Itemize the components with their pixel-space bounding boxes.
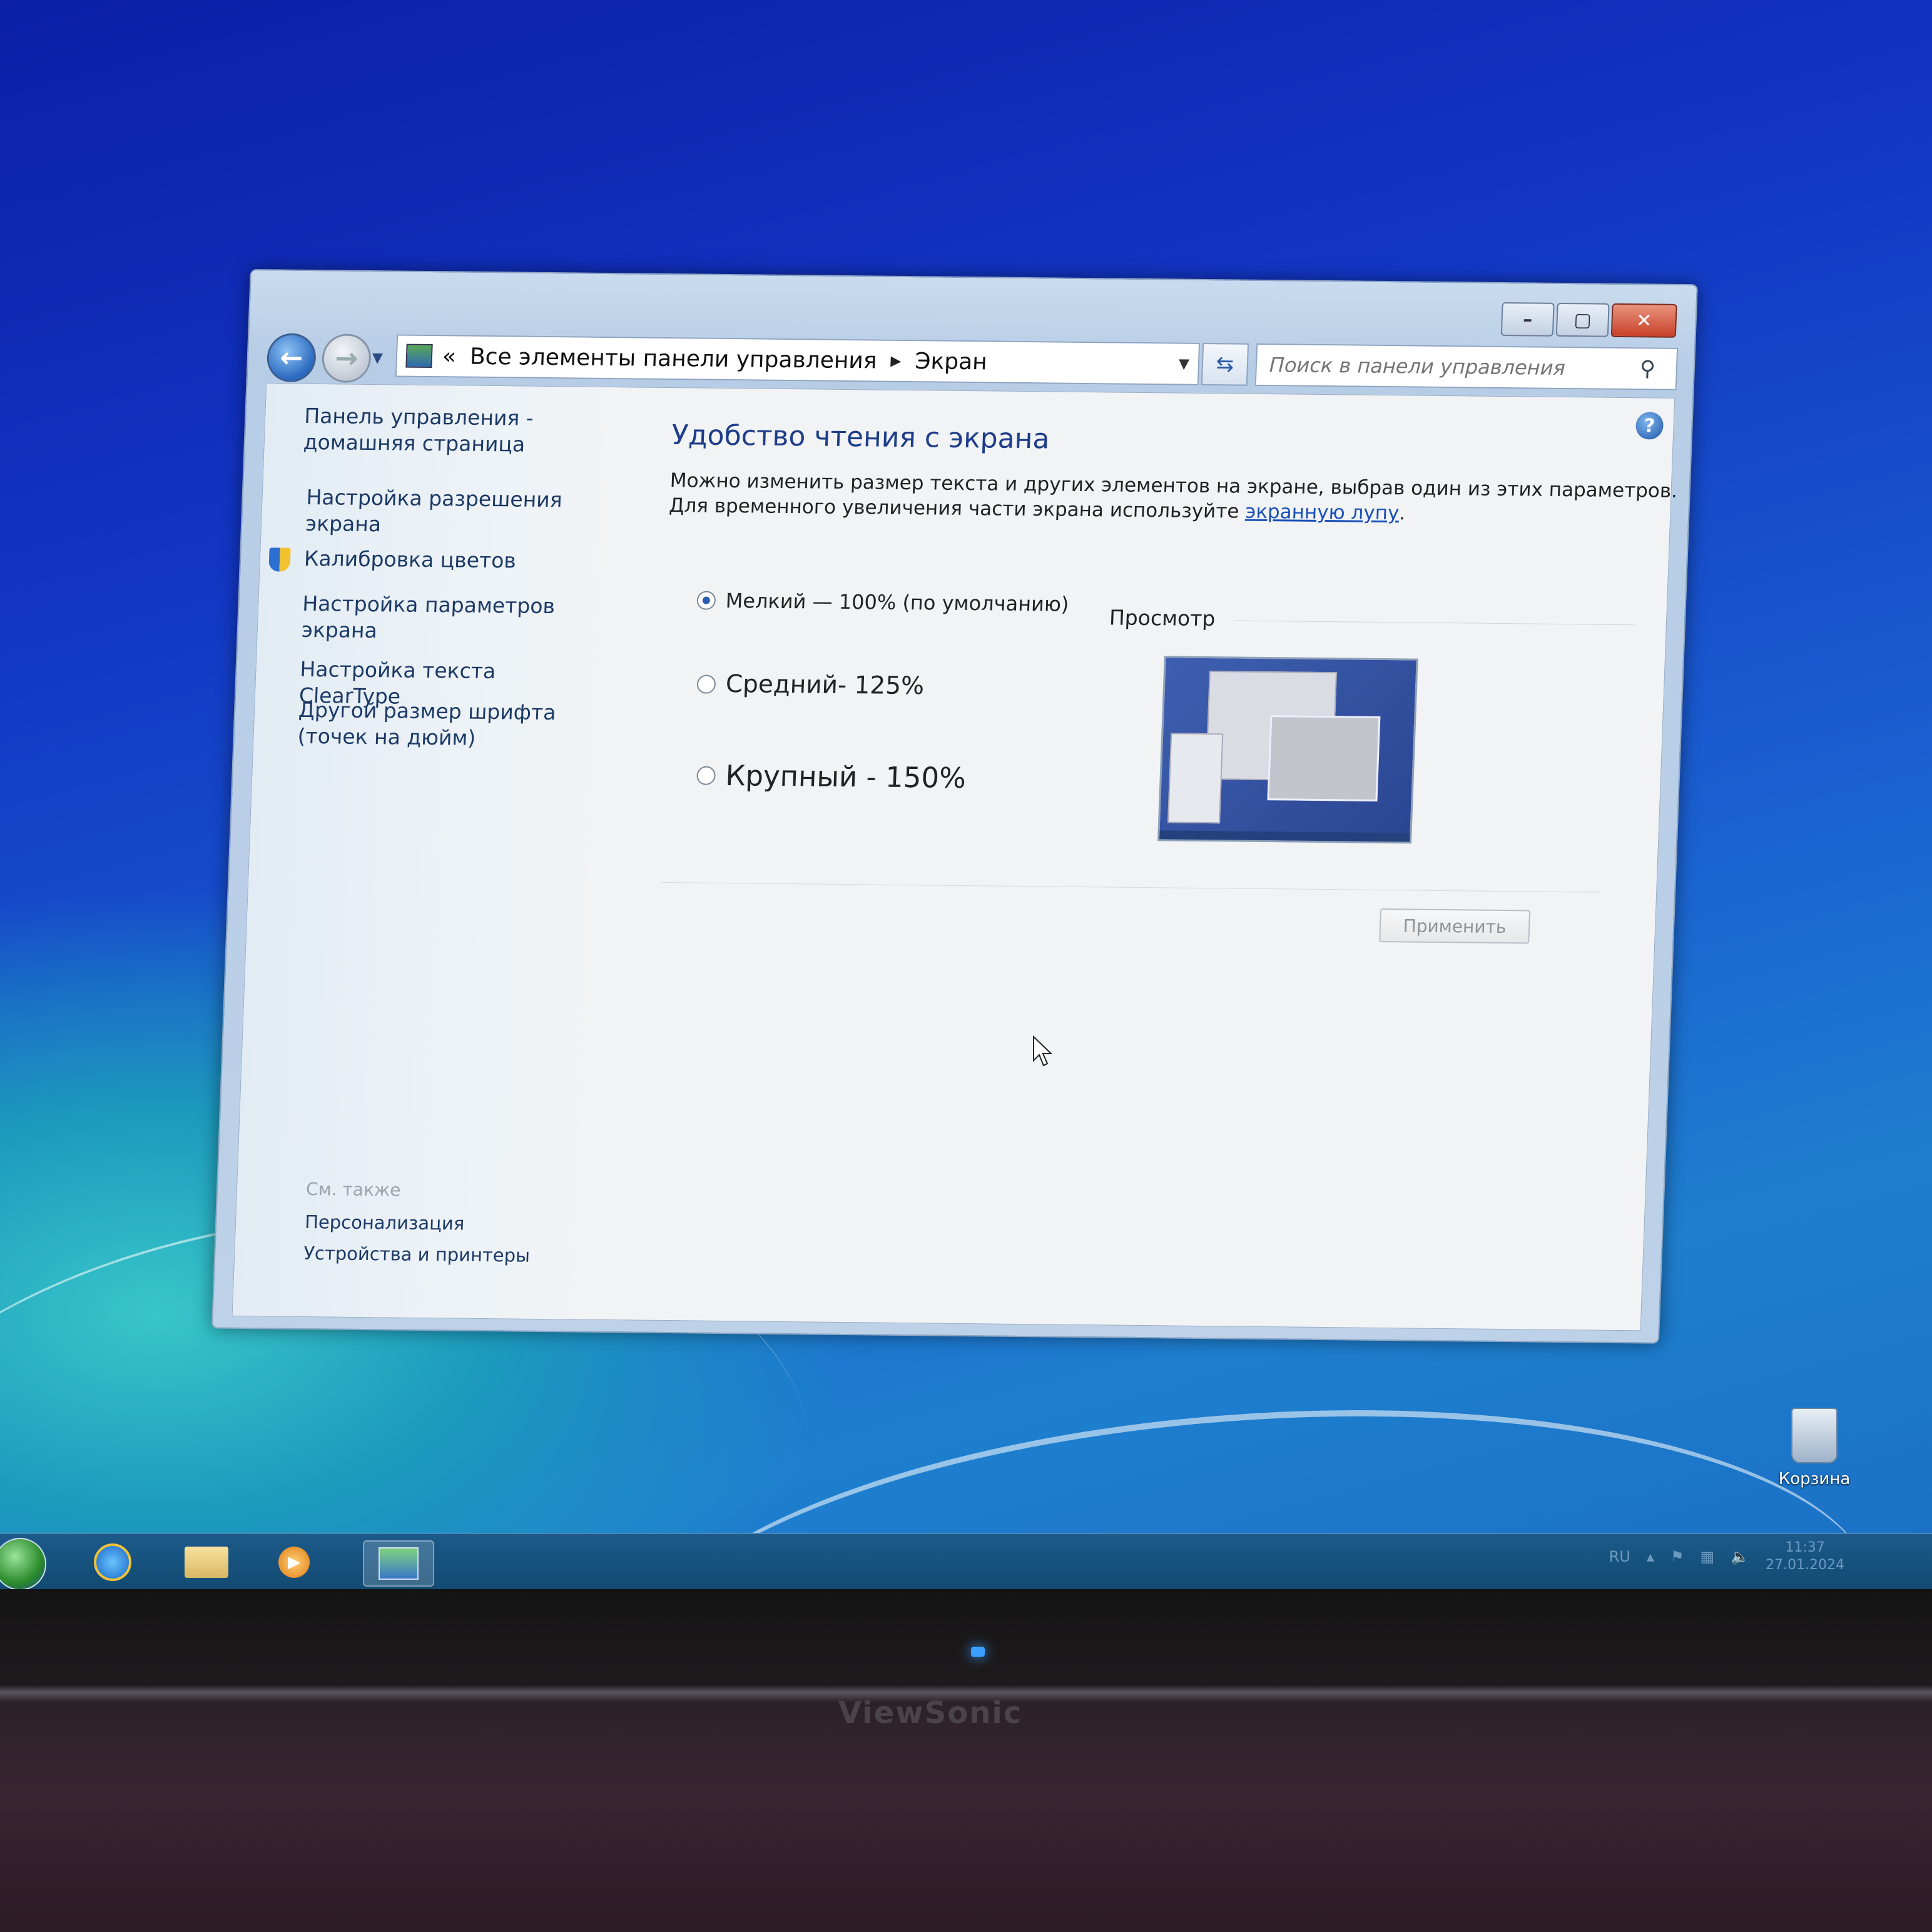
page-title: Удобство чтения с экрана: [671, 419, 1050, 455]
preview-divider: [1234, 620, 1635, 626]
search-input[interactable]: [1268, 352, 1640, 382]
option-large-label: Крупный - 150%: [724, 759, 967, 795]
radio-large[interactable]: [696, 766, 716, 785]
clock-time: 11:37: [1785, 1540, 1825, 1555]
see-also-heading: См. также: [305, 1179, 402, 1201]
network-icon[interactable]: ▦: [1700, 1548, 1714, 1565]
address-bar[interactable]: « Все элементы панели управления ▶ Экран…: [395, 334, 1201, 385]
taskbar-item-media-player[interactable]: ▶: [263, 1540, 325, 1584]
option-small[interactable]: Мелкий — 100% (по умолчанию): [696, 589, 1069, 616]
internet-explorer-icon: [94, 1543, 131, 1581]
breadcrumb-current[interactable]: Экран: [915, 348, 988, 375]
folder-icon: [185, 1547, 228, 1578]
search-box[interactable]: ⚲: [1254, 343, 1679, 390]
desktop: – ▢ ✕ ← → ▼ « Все элементы панели управл…: [0, 0, 1932, 1589]
minimize-button[interactable]: –: [1500, 302, 1555, 337]
control-panel-icon: [379, 1547, 419, 1580]
taskbar-item-internet-explorer[interactable]: [81, 1540, 144, 1584]
help-icon[interactable]: ?: [1635, 412, 1664, 440]
close-button[interactable]: ✕: [1610, 303, 1677, 338]
option-large[interactable]: Крупный - 150%: [696, 759, 967, 795]
sidebar-item-devices-printers[interactable]: Устройства и принтеры: [303, 1240, 531, 1269]
option-medium[interactable]: Средний- 125%: [696, 670, 925, 701]
apply-button[interactable]: Применить: [1379, 908, 1531, 944]
tray-expand-icon[interactable]: ▴: [1647, 1548, 1654, 1565]
description-line-2: Для временного увеличения части экрана и…: [669, 494, 1406, 524]
shield-icon: [268, 547, 291, 572]
media-player-icon: ▶: [278, 1547, 310, 1578]
monitor-brand-logo: ViewSonic: [838, 1696, 1023, 1731]
control-panel-window: – ▢ ✕ ← → ▼ « Все элементы панели управл…: [211, 269, 1698, 1344]
mouse-cursor-icon: [1033, 1035, 1053, 1067]
search-icon[interactable]: ⚲: [1639, 356, 1655, 381]
breadcrumb-parent[interactable]: Все элементы панели управления: [469, 343, 877, 374]
control-panel-icon: [405, 343, 433, 369]
back-arrow-icon: ←: [279, 342, 304, 374]
sidebar-item-display-settings[interactable]: Настройка параметров экрана: [301, 591, 566, 646]
forward-button[interactable]: →: [321, 333, 372, 384]
description-line-2-text: Для временного увеличения части экрана и…: [668, 494, 1246, 523]
description-line-2-end: .: [1398, 502, 1406, 525]
sidebar-item-home[interactable]: Панель управления - домашняя страница: [303, 403, 567, 458]
sidebar-item-custom-dpi[interactable]: Другой размер шрифта (точек на дюйм): [297, 697, 562, 752]
radio-small[interactable]: [696, 591, 716, 610]
preview-window-left: [1167, 733, 1224, 824]
taskbar: ▶ RU ▴ ⚑ ▦ 🔈 11:37 27.01.2024: [0, 1533, 1932, 1589]
clock[interactable]: 11:37 27.01.2024: [1766, 1539, 1844, 1574]
back-button[interactable]: ←: [266, 333, 317, 383]
system-tray: RU ▴ ⚑ ▦ 🔈 11:37 27.01.2024: [1609, 1539, 1844, 1574]
radio-medium[interactable]: [696, 674, 716, 694]
sidebar-item-personalization[interactable]: Персонализация: [304, 1209, 465, 1237]
preview-window-front: [1267, 715, 1381, 801]
option-medium-label: Средний- 125%: [725, 670, 925, 701]
language-indicator[interactable]: RU: [1609, 1548, 1630, 1565]
content-divider: [661, 882, 1600, 893]
breadcrumb-separator-icon[interactable]: ▶: [890, 353, 902, 369]
option-small-label: Мелкий — 100% (по умолчанию): [725, 588, 1070, 616]
clock-date: 27.01.2024: [1766, 1557, 1844, 1573]
sidebar: Панель управления - домашняя страница На…: [232, 384, 618, 1319]
magnifier-link[interactable]: экранную лупу: [1245, 501, 1400, 525]
content-area: Панель управления - домашняя страница На…: [231, 383, 1678, 1331]
address-dropdown-icon[interactable]: ▼: [1179, 356, 1190, 372]
preview-image: [1157, 656, 1418, 844]
forward-arrow-icon: →: [334, 342, 359, 375]
breadcrumb-overflow[interactable]: «: [442, 343, 457, 369]
maximize-button[interactable]: ▢: [1555, 302, 1610, 337]
power-led: [971, 1647, 985, 1657]
recycle-bin-icon: [1791, 1408, 1838, 1463]
recycle-bin-label: Корзина: [1778, 1470, 1851, 1488]
preview-label: Просмотр: [1109, 605, 1216, 631]
preview-taskbar: [1159, 830, 1410, 842]
recent-pages-button[interactable]: ▼: [372, 350, 383, 366]
taskbar-item-explorer[interactable]: [175, 1540, 238, 1584]
volume-icon[interactable]: 🔈: [1731, 1548, 1749, 1565]
sidebar-item-resolution[interactable]: Настройка разрешения экрана: [305, 484, 569, 539]
taskbar-item-control-panel[interactable]: [363, 1540, 434, 1587]
monitor-bezel: [0, 1589, 1932, 1932]
recycle-bin[interactable]: Корзина: [1777, 1408, 1852, 1488]
sidebar-item-calibrate[interactable]: Калибровка цветов: [303, 546, 567, 574]
refresh-button[interactable]: ⇆: [1201, 342, 1249, 386]
refresh-icon: ⇆: [1215, 352, 1234, 377]
action-center-flag-icon[interactable]: ⚑: [1670, 1548, 1684, 1565]
start-button[interactable]: [0, 1538, 46, 1589]
